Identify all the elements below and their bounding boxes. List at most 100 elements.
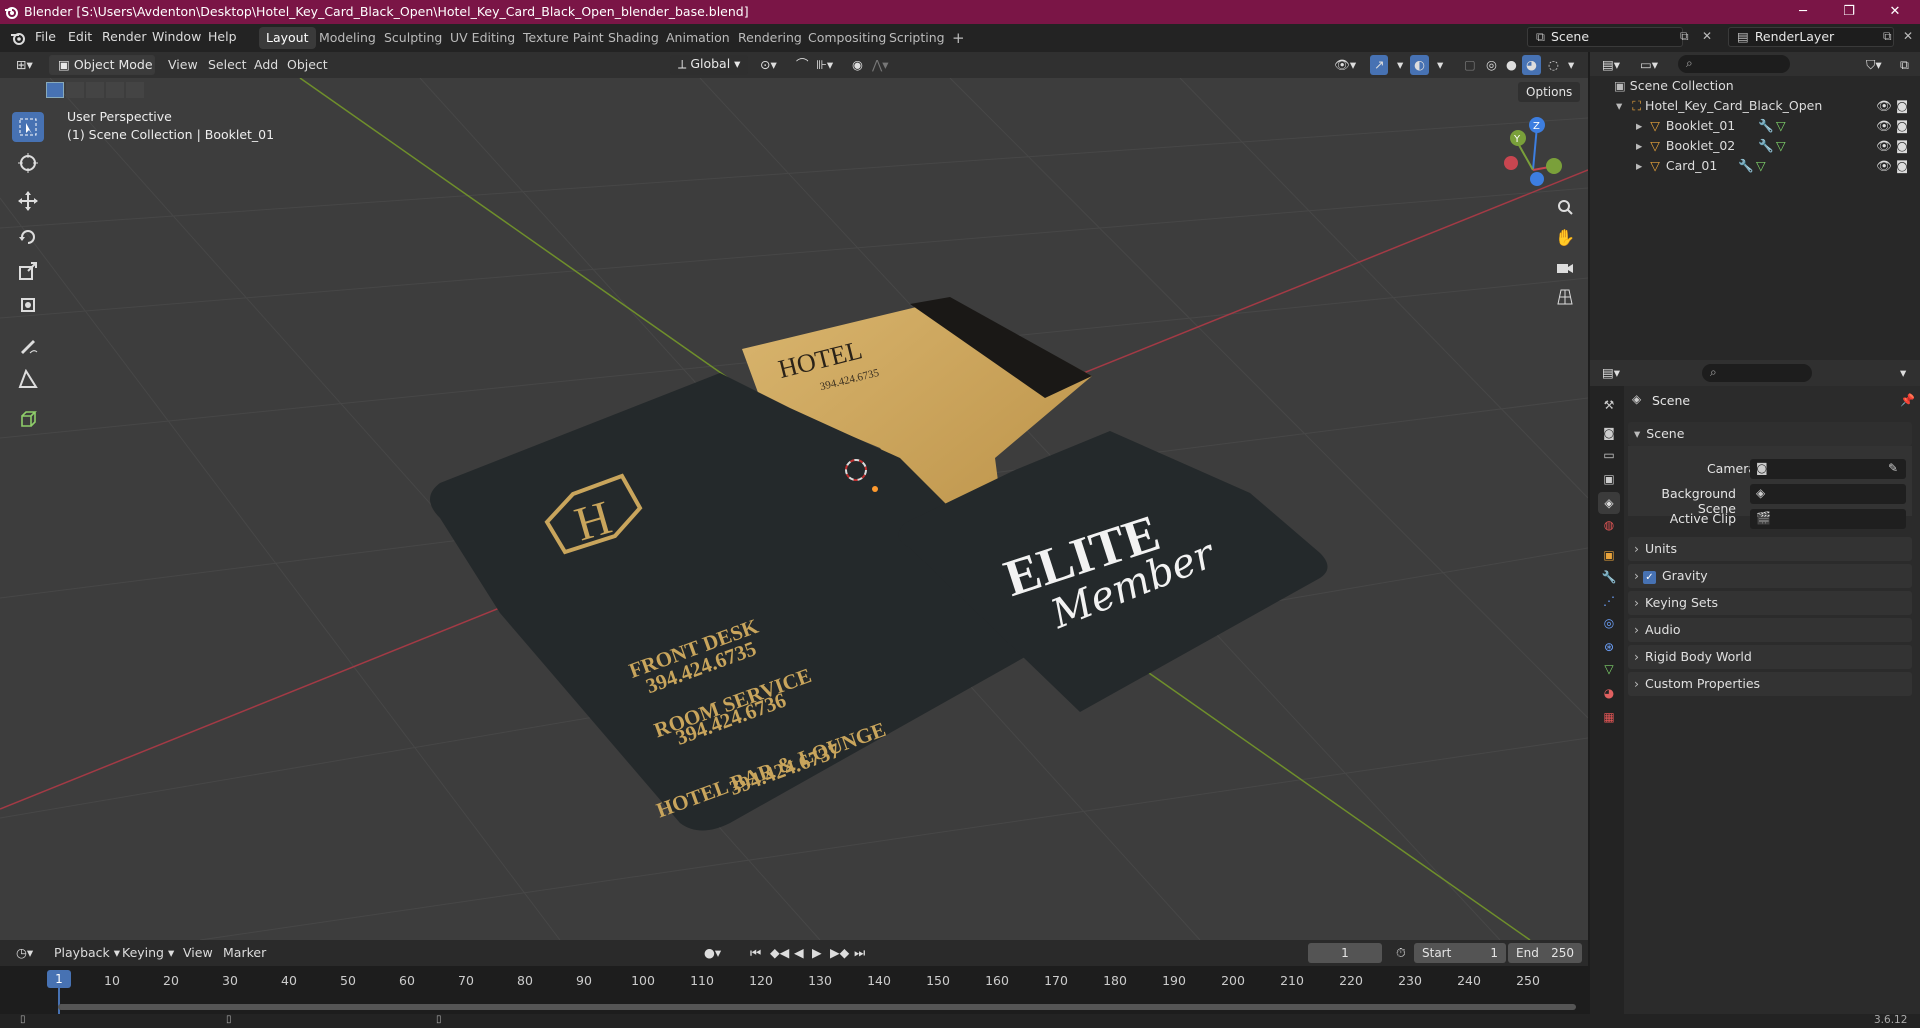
move-tool[interactable] — [12, 186, 44, 216]
data-tab-icon[interactable]: ▽ — [1598, 658, 1620, 680]
new-view-layer-icon[interactable]: ⧉ — [1883, 29, 1892, 44]
stopwatch-icon[interactable]: ⏱ — [1392, 943, 1410, 963]
snap-target-icon[interactable]: ⊪▾ — [812, 55, 837, 75]
world-tab-icon[interactable]: ◍ — [1598, 514, 1620, 536]
transform-tool[interactable] — [12, 290, 44, 320]
keying-menu[interactable]: Keying ▾ — [118, 943, 178, 963]
timeline-editor-type-icon[interactable]: ◷▾ — [12, 943, 37, 963]
camera-view-icon[interactable] — [1552, 254, 1578, 280]
select-intersect-icon[interactable] — [126, 82, 144, 98]
blender-menu-icon[interactable] — [10, 31, 26, 45]
tab-scripting[interactable]: Scripting — [882, 27, 952, 49]
tab-uv-editing[interactable]: UV Editing — [443, 27, 522, 49]
object-menu[interactable]: Object — [283, 55, 332, 75]
material-shading-icon[interactable]: ◕ — [1522, 55, 1541, 75]
visibility-eye-icon[interactable]: 👁 — [1876, 136, 1892, 156]
scene-selector[interactable]: ⧉ Scene — [1527, 27, 1683, 47]
delete-scene-icon[interactable]: ✕ — [1702, 29, 1712, 43]
render-camera-icon[interactable]: ◙ — [1896, 96, 1908, 116]
new-scene-icon[interactable]: ⧉ — [1680, 29, 1689, 44]
select-new-icon[interactable] — [46, 82, 64, 98]
gizmo-toggle-icon[interactable]: ↗ — [1370, 55, 1389, 75]
playhead-frame-marker[interactable]: 1 — [47, 970, 71, 988]
mode-selector[interactable]: ▣Object Mode ▾ — [49, 55, 155, 90]
background-scene-field[interactable]: ◈ — [1750, 484, 1906, 504]
view-layer-selector[interactable]: ▤ RenderLayer — [1728, 27, 1894, 47]
3d-viewport[interactable]: HOTEL 394.424.6735 H FRONT DESK 394.424.… — [0, 78, 1588, 940]
delete-view-layer-icon[interactable]: ✕ — [1903, 29, 1913, 43]
overlays-dropdown-icon[interactable]: ▾ — [1433, 55, 1447, 75]
properties-options-icon[interactable]: ▾ — [1896, 363, 1910, 383]
wireframe-shading-icon[interactable]: ◎ — [1482, 55, 1501, 75]
rotate-tool[interactable] — [12, 222, 44, 252]
select-invert-icon[interactable] — [106, 82, 124, 98]
eyedropper-icon[interactable]: ✎ — [1888, 461, 1898, 475]
add-cube-tool[interactable] — [12, 404, 44, 434]
play-icon[interactable]: ▶ — [808, 943, 826, 963]
active-clip-field[interactable]: 🎬 — [1750, 509, 1906, 529]
properties-search-input[interactable]: ⌕ — [1702, 364, 1812, 382]
rigid-body-world-panel-header[interactable]: › Rigid Body World — [1628, 645, 1912, 669]
xray-icon[interactable]: ▢ — [1460, 55, 1480, 75]
tab-texture-paint[interactable]: Texture Paint — [516, 27, 611, 49]
maximize-icon[interactable]: ❐ — [1826, 2, 1872, 22]
current-frame-field[interactable]: 1 — [1308, 943, 1382, 963]
editor-type-icon[interactable]: ⊞▾ — [12, 55, 37, 75]
tab-sculpting[interactable]: Sculpting — [377, 27, 449, 49]
end-frame-field[interactable]: End 250 — [1508, 943, 1582, 963]
zoom-icon[interactable] — [1552, 194, 1578, 220]
scale-tool[interactable] — [12, 256, 44, 286]
playback-menu[interactable]: Playback ▾ — [50, 943, 124, 963]
collapse-chevron-icon[interactable]: ▾ — [1616, 98, 1622, 113]
view-layer-tab-icon[interactable]: ▣ — [1598, 468, 1620, 490]
falloff-icon[interactable]: ⋀▾ — [868, 55, 893, 75]
rendered-shading-icon[interactable]: ◌ — [1544, 55, 1563, 75]
timeline-scrollbar[interactable] — [58, 1004, 1576, 1010]
units-panel-header[interactable]: › Units — [1628, 537, 1912, 561]
constraints-tab-icon[interactable]: ⊛ — [1598, 636, 1620, 658]
transform-orientation-select[interactable]: ⟂ Global ▾ — [670, 55, 748, 75]
view-menu[interactable]: View — [164, 55, 202, 75]
perspective-toggle-icon[interactable] — [1552, 284, 1578, 310]
expand-chevron-icon[interactable]: ▸ — [1636, 158, 1642, 173]
filter-icon[interactable]: ⛉▾ — [1862, 55, 1886, 75]
scene-tab-icon[interactable]: ◈ — [1598, 492, 1620, 514]
render-camera-icon[interactable]: ◙ — [1896, 116, 1908, 136]
outliner-search-input[interactable]: ⌕ — [1678, 55, 1790, 73]
record-keyframe-icon[interactable]: ●▾ — [700, 943, 725, 963]
options-button[interactable]: Options — [1518, 82, 1581, 102]
minimize-icon[interactable]: ─ — [1780, 2, 1826, 22]
visibility-icon[interactable]: 👁▾ — [1330, 55, 1360, 75]
play-reverse-icon[interactable]: ◀ — [790, 943, 808, 963]
menu-edit[interactable]: Edit — [68, 29, 92, 44]
overlays-toggle-icon[interactable]: ◐ — [1410, 55, 1429, 75]
properties-editor-type-icon[interactable]: ▤▾ — [1598, 363, 1624, 383]
navigation-gizmo[interactable]: Z Y — [1504, 117, 1562, 186]
scene-panel-header[interactable]: ▾ Scene — [1628, 422, 1912, 446]
tab-layout[interactable]: Layout — [259, 27, 316, 49]
visibility-eye-icon[interactable]: 👁 — [1876, 156, 1892, 176]
add-menu[interactable]: Add — [250, 55, 282, 75]
menu-help[interactable]: Help — [208, 29, 237, 44]
output-tab-icon[interactable]: ▭ — [1598, 444, 1620, 466]
snap-icon[interactable]: ⌒ — [792, 55, 813, 75]
new-collection-icon[interactable]: ⧉ — [1896, 55, 1913, 75]
render-camera-icon[interactable]: ◙ — [1896, 136, 1908, 156]
add-workspace-icon[interactable]: + — [945, 27, 972, 49]
modifiers-tab-icon[interactable]: 🔧 — [1598, 566, 1620, 588]
tool-tab-icon[interactable]: ⚒ — [1598, 394, 1620, 416]
pivot-point-icon[interactable]: ⊙▾ — [756, 55, 781, 75]
tab-modeling[interactable]: Modeling — [312, 27, 383, 49]
start-frame-field[interactable]: Start 1 — [1414, 943, 1506, 963]
timeline-view-menu[interactable]: View — [179, 943, 217, 963]
gravity-panel-header[interactable]: › ✓ Gravity — [1628, 564, 1912, 588]
measure-tool[interactable] — [12, 364, 44, 394]
menu-render[interactable]: Render — [102, 29, 147, 44]
outliner-row-booklet-01[interactable]: ▸ ▽ Booklet_01 🔧 ▽ 👁 ◙ — [1590, 116, 1920, 136]
solid-shading-icon[interactable]: ● — [1502, 55, 1521, 75]
jump-start-icon[interactable]: ⏮ — [746, 943, 765, 963]
tab-compositing[interactable]: Compositing — [801, 27, 893, 49]
pan-hand-icon[interactable]: ✋ — [1552, 224, 1578, 250]
audio-panel-header[interactable]: › Audio — [1628, 618, 1912, 642]
expand-chevron-icon[interactable]: ▸ — [1636, 138, 1642, 153]
